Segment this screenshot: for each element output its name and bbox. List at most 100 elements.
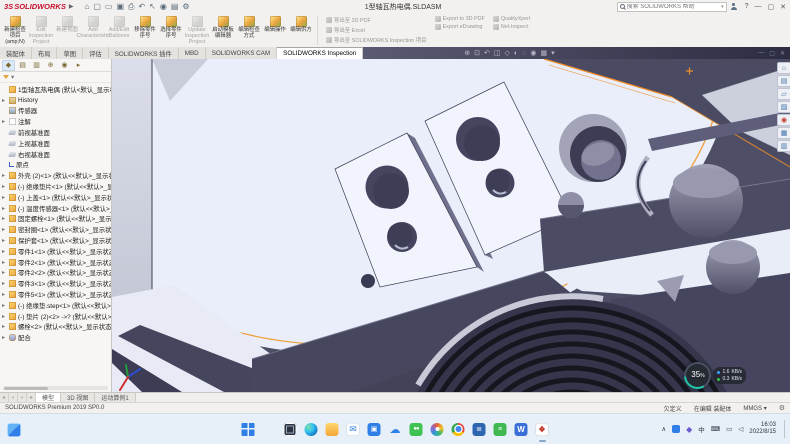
ribbon-tab[interactable]: 装配体 (0, 47, 32, 59)
search-dropdown-icon[interactable]: ▾ (721, 4, 724, 10)
task-pane-icon[interactable]: ⌂ (777, 62, 790, 74)
export-menu-item[interactable]: Net-Inspect (493, 24, 531, 30)
ime-indicator[interactable]: 中 (698, 424, 705, 434)
expand-arrow-icon[interactable]: ▸ (2, 172, 9, 179)
heads-up-tool-icon[interactable]: ◌ (522, 50, 526, 57)
taskbar-app-icon[interactable]: W (515, 414, 528, 444)
graphics-viewport[interactable]: ⌂▤▱▨◉▦▥ 35% 1.6KB/s 0.3KB/s (112, 59, 790, 392)
tree-item[interactable]: ▸ 前视基准面 (2, 127, 111, 138)
ribbon-button[interactable]: 移除零件序号 (132, 14, 158, 47)
ribbon-tab[interactable]: SOLIDWORKS CAM (206, 47, 277, 59)
export-menu-item[interactable]: Export to 3D PDF (435, 16, 485, 22)
ribbon-tab[interactable]: 布局 (32, 47, 58, 59)
heads-up-tool-icon[interactable]: ◉ (530, 50, 536, 57)
view-tab[interactable]: 模型 (36, 393, 61, 402)
ribbon-button[interactable]: Add Characteristic (80, 14, 106, 47)
panel-tab-icon[interactable]: ▥ (30, 60, 43, 71)
panel-tab-icon[interactable]: ▸ (72, 60, 85, 71)
ribbon-tab[interactable]: SOLIDWORKS 插件 (109, 47, 179, 59)
ribbon-button[interactable]: 编辑操作 (262, 14, 288, 47)
heads-up-tool-icon[interactable]: ◐ (514, 50, 518, 57)
ribbon-button[interactable]: Add/Edit Balloons (106, 14, 132, 47)
clock[interactable]: 16:032022/8/15 (749, 422, 776, 436)
taskbar-app-icon[interactable] (326, 414, 339, 444)
model-3d-canvas[interactable] (112, 59, 790, 392)
tree-item[interactable]: ▸ 密封圈<1> (默认<<默认>_显示状 (2, 224, 111, 235)
tray-app-icon[interactable] (672, 425, 680, 433)
heads-up-tool-icon[interactable]: ⊡ (474, 50, 480, 57)
taskbar-app-icon[interactable] (431, 414, 444, 444)
task-pane-icon[interactable]: ▦ (777, 127, 790, 139)
expand-arrow-icon[interactable]: ▸ (2, 215, 9, 222)
taskbar-app-icon[interactable] (284, 414, 297, 444)
tree-item[interactable]: ▸ (-) 绝缘垫.step<1> (默认<<默认> (2, 300, 111, 311)
taskbar-app-icon[interactable]: ▣ (368, 414, 381, 444)
ribbon-button[interactable]: 启动模板编辑器 (210, 14, 236, 47)
expand-arrow-icon[interactable]: ▸ (2, 237, 9, 244)
expand-arrow-icon[interactable]: ▸ (2, 313, 9, 320)
expand-arrow-icon[interactable]: ▸ (2, 118, 9, 125)
expand-arrow-icon[interactable]: ▸ (2, 302, 9, 309)
heads-up-tool-icon[interactable]: ▾ (551, 50, 555, 57)
tree-item[interactable]: ▸ (-) 上盖<1> (默认<<默认>_显示状 (2, 192, 111, 203)
taskbar-app-icon[interactable]: ❖ (536, 414, 549, 444)
close-button[interactable]: ✕ (780, 3, 786, 11)
menu-flyout-arrow[interactable]: ▶ (69, 3, 74, 10)
filter-dropdown-icon[interactable]: ▾ (11, 73, 14, 81)
minimize-button[interactable]: — (755, 3, 762, 10)
tree-item[interactable]: ▸ (-) 温度传感器<1> (默认<<默认>_ (2, 203, 111, 214)
heads-up-tool-icon[interactable]: ⊕ (464, 50, 470, 57)
taskbar-app-icon[interactable] (263, 414, 276, 444)
view-tab[interactable]: 3D 视图 (61, 393, 95, 402)
login-user-icon[interactable] (730, 3, 738, 11)
help-search-box[interactable]: ▾ (617, 2, 727, 12)
tree-item[interactable]: ▸ 右视基准面 (2, 149, 111, 160)
volume-icon[interactable]: ◁ (738, 425, 743, 433)
taskbar-app-icon[interactable]: ≡ (494, 414, 507, 444)
touch-keyboard-icon[interactable]: ⌨ (711, 425, 720, 433)
tree-item[interactable]: ▸ 保护套<1> (默认<<默认>_显示状 (2, 235, 111, 246)
help-button[interactable]: ? (745, 3, 749, 10)
tab-scroll-button[interactable]: » (27, 393, 36, 402)
tab-scroll-button[interactable]: › (18, 393, 27, 402)
tree-item[interactable]: ▸ History (2, 95, 111, 106)
ribbon-button[interactable]: 编辑供方 (288, 14, 314, 47)
taskbar-app-icon[interactable]: ☁ (389, 414, 402, 444)
ribbon-button[interactable]: Update Inspection Project (184, 14, 210, 47)
quick-tool-icon[interactable]: ▣ (116, 3, 124, 11)
panel-tab-icon[interactable]: ◆ (2, 60, 15, 71)
tree-item[interactable]: ▸ 零件3<1> (默认<<默认>_显示状态 (2, 278, 111, 289)
expand-arrow-icon[interactable]: ▸ (2, 323, 9, 330)
hidden-icons-chevron[interactable]: ∧ (661, 425, 666, 433)
expand-arrow-icon[interactable]: ▸ (2, 194, 9, 201)
ribbon-button[interactable]: 选择零件序号 (158, 14, 184, 47)
expand-arrow-icon[interactable]: ▸ (2, 183, 9, 190)
quick-tool-icon[interactable]: ▢ (93, 3, 101, 11)
task-pane-icon[interactable]: ▨ (777, 101, 790, 113)
export-menu-item[interactable]: 导出至 Excel (326, 26, 427, 34)
heads-up-tool-icon[interactable]: ◫ (494, 50, 501, 57)
task-pane-icon[interactable]: ▥ (777, 140, 790, 152)
quick-tool-icon[interactable]: ◉ (160, 3, 167, 11)
taskbar-app-icon[interactable]: ✉ (347, 414, 360, 444)
status-gear-icon[interactable]: ⚙ (779, 404, 785, 412)
export-menu-item[interactable]: QualityXpert (493, 16, 531, 22)
panel-tab-icon[interactable]: ▤ (16, 60, 29, 71)
tree-item[interactable]: ▸ 零件5<1> (默认<<默认>_显示状态 (2, 289, 111, 300)
tree-item[interactable]: ▸ 注解 (2, 116, 111, 127)
task-pane-icon[interactable]: ▱ (777, 88, 790, 100)
tree-item[interactable]: ▸ 螺栓<2> (默认<<默认>_显示状态 (2, 322, 111, 333)
tree-item[interactable]: ▸ 原点 (2, 160, 111, 171)
quick-tool-icon[interactable]: ↖ (149, 3, 156, 11)
ribbon-tab[interactable]: 草图 (57, 47, 83, 59)
restore-button[interactable]: ▢ (768, 3, 775, 11)
tab-scroll-button[interactable]: ‹ (9, 393, 18, 402)
display-icon[interactable]: ▭ (726, 425, 732, 433)
expand-arrow-icon[interactable]: ▸ (2, 291, 9, 298)
tree-item[interactable]: ▸ (-) 垫片 (2)<2> ->? (默认<<默认> (2, 311, 111, 322)
tree-horizontal-scrollbar[interactable] (3, 386, 108, 390)
ribbon-tab[interactable]: MBD (179, 47, 206, 59)
ribbon-button[interactable]: 编辑检查方式 (236, 14, 262, 47)
export-menu-item[interactable]: 导出至 SOLIDWORKS Inspection 项目 (326, 36, 427, 44)
security-shield-icon[interactable]: ◆ (686, 425, 692, 434)
